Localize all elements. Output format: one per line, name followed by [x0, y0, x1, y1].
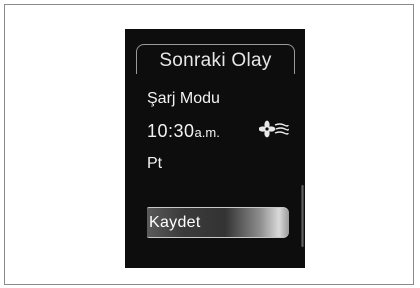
scrollbar[interactable]: [301, 185, 304, 247]
event-time-ampm: a.m.: [194, 125, 220, 140]
save-button-label: Kaydet: [149, 214, 201, 231]
page-title: Sonraki Olay: [136, 44, 295, 74]
event-time: 10:30a.m.: [147, 121, 220, 142]
save-button[interactable]: Kaydet: [147, 207, 289, 238]
event-day: Pt: [147, 155, 163, 172]
display-screen: Sonraki Olay Şarj Modu 10:30a.m. Pt Kayd…: [125, 29, 305, 268]
charge-mode-label: Şarj Modu: [147, 90, 220, 107]
event-time-value: 10:30: [147, 121, 195, 141]
figure-frame: Sonraki Olay Şarj Modu 10:30a.m. Pt Kayd…: [4, 4, 414, 285]
fan-icon: [259, 120, 289, 138]
